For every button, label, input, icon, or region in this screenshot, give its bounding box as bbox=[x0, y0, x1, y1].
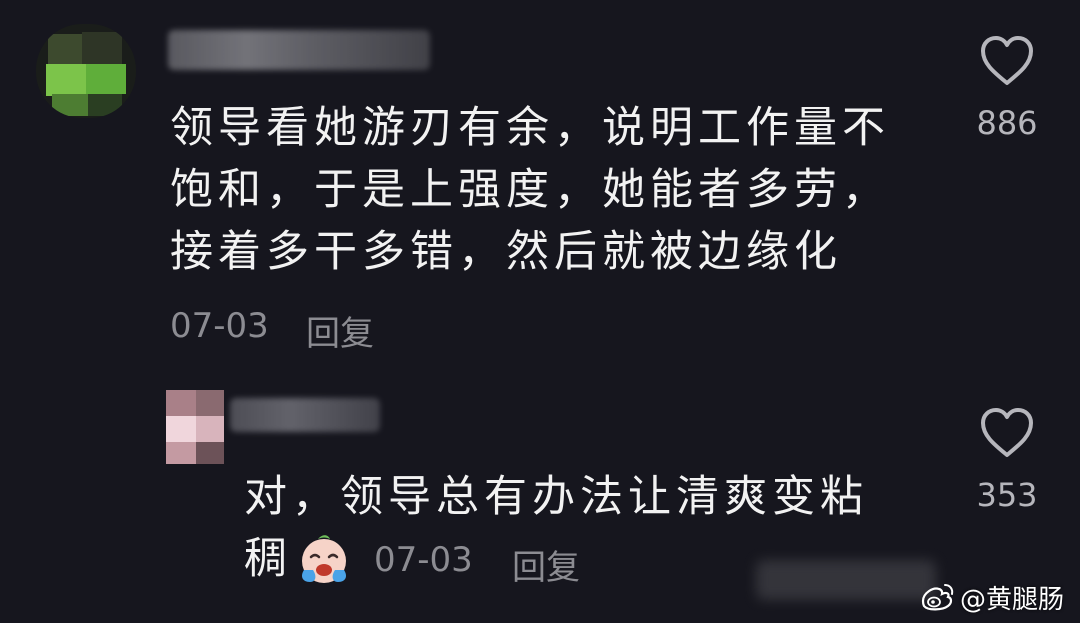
watermark-text: @黄腿肠 bbox=[960, 584, 1065, 615]
username-blurred[interactable] bbox=[168, 30, 430, 70]
avatar[interactable] bbox=[166, 390, 224, 464]
heart-outline-icon bbox=[981, 36, 1033, 85]
like-count: 353 bbox=[976, 476, 1038, 514]
like-button[interactable] bbox=[977, 32, 1037, 92]
reply-button[interactable]: 回复 bbox=[306, 306, 374, 355]
comment-text: 领导看她游刃有余，说明工作量不 饱和，于是上强度，她能者多劳， 接着多干多错，然… bbox=[170, 103, 890, 277]
like-button[interactable] bbox=[977, 404, 1037, 464]
avatar[interactable] bbox=[36, 24, 136, 118]
heart-outline-icon bbox=[981, 408, 1033, 457]
username-blurred[interactable] bbox=[230, 398, 380, 432]
weibo-logo-icon bbox=[921, 584, 954, 611]
comment-list: 领导看她游刃有余，说明工作量不 饱和，于是上强度，她能者多劳， 接着多干多错，然… bbox=[0, 0, 1080, 623]
comment-date: 07-03 bbox=[374, 540, 473, 580]
watermark: @黄腿肠 bbox=[918, 577, 1064, 617]
blurred-content bbox=[756, 560, 936, 600]
comment-date: 07-03 bbox=[170, 306, 269, 346]
like-count: 886 bbox=[976, 104, 1038, 142]
reply-button[interactable]: 回复 bbox=[512, 540, 580, 589]
crying-face-emoji bbox=[302, 535, 346, 583]
